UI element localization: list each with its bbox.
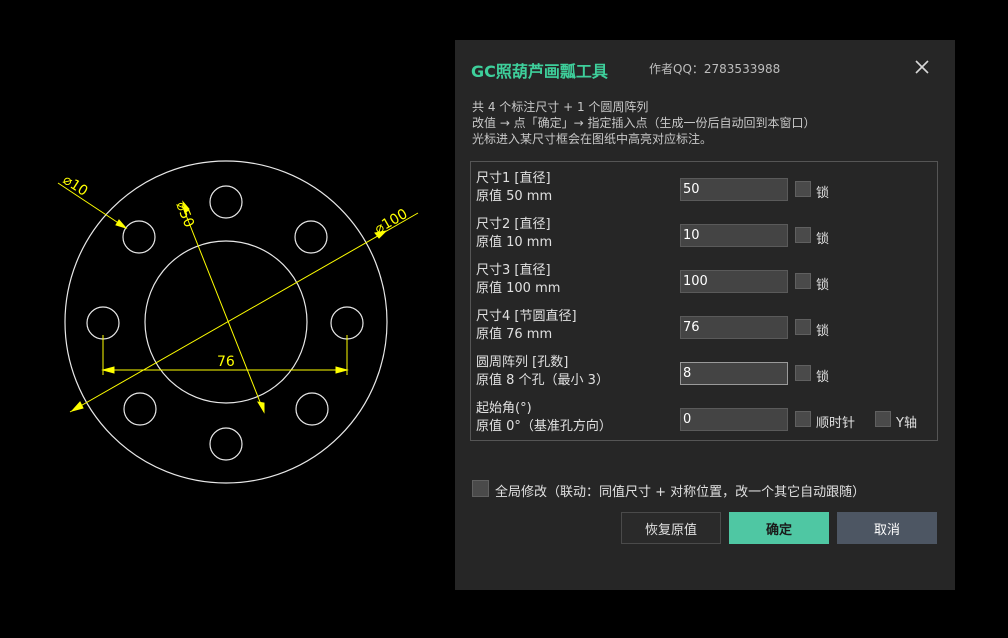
restore-button[interactable]: 恢复原值: [621, 512, 721, 544]
row-label: 尺寸4 [节圆直径] 原值 76 mm: [476, 308, 577, 344]
dim2-lock-checkbox[interactable]: [795, 227, 811, 243]
lock-label: 锁: [816, 232, 830, 247]
dim-76-text: 76: [217, 354, 235, 370]
dimension-row: 起始角(°) 原值 0°（基准孔方向） 顺时针 Y轴: [471, 396, 937, 436]
row-label: 尺寸1 [直径] 原值 50 mm: [476, 170, 552, 206]
cancel-button[interactable]: 取消: [837, 512, 937, 544]
dim-d50-text: ⌀50: [172, 200, 197, 230]
dialog-window: GC照葫芦画瓢工具 作者QQ：2783533988 共 4 个标注尺寸 + 1 …: [455, 40, 955, 590]
row-title: 圆周阵列 [孔数]: [476, 355, 569, 370]
lock-label: 锁: [816, 186, 830, 201]
dimension-row: 尺寸3 [直径] 原值 100 mm 锁: [471, 258, 937, 298]
row-original: 原值 100 mm: [476, 281, 561, 296]
row-title: 尺寸2 [直径]: [476, 217, 551, 232]
row-title: 尺寸3 [直径]: [476, 263, 551, 278]
row-label: 起始角(°) 原值 0°（基准孔方向）: [476, 400, 612, 436]
bolt-hole: [330, 306, 364, 340]
info-line: 共 4 个标注尺寸 + 1 个圆周阵列: [472, 100, 649, 114]
dim-d100-arrow: [70, 401, 84, 412]
lock-label: 锁: [816, 370, 830, 385]
bolt-hole: [295, 392, 329, 426]
dimension-row: 尺寸4 [节圆直径] 原值 76 mm 锁: [471, 304, 937, 344]
bore-circle-d50: [144, 240, 308, 404]
dimension-row: 尺寸2 [直径] 原值 10 mm 锁: [471, 212, 937, 252]
hole-count-lock-checkbox[interactable]: [795, 365, 811, 381]
dialog-title: GC照葫芦画瓢工具: [471, 62, 608, 81]
info-line: 改值 → 点「确定」→ 指定插入点（生成一份后自动回到本窗口）: [472, 116, 816, 130]
row-original: 原值 76 mm: [476, 327, 553, 342]
lock-label: 锁: [816, 324, 830, 339]
bolt-hole: [123, 392, 157, 426]
clockwise-label: 顺时针: [816, 416, 856, 431]
dimension-panel: 尺寸1 [直径] 原值 50 mm 锁 尺寸2 [直径] 原值 10 mm 锁 …: [470, 161, 938, 441]
dimension-row: 尺寸1 [直径] 原值 50 mm 锁: [471, 166, 937, 206]
outer-circle-d100: [64, 160, 388, 484]
clockwise-checkbox[interactable]: [795, 411, 811, 427]
dim-d100-text: ⌀100: [372, 206, 410, 237]
lock-label: 锁: [816, 278, 830, 293]
cad-drawing: ⌀10 ⌀50 ⌀100 76: [57, 160, 419, 484]
start-angle-input[interactable]: [680, 408, 788, 431]
dimension-row: 圆周阵列 [孔数] 原值 8 个孔（最小 3） 锁: [471, 350, 937, 390]
dim-76-arrow: [101, 366, 115, 374]
row-original: 原值 0°（基准孔方向）: [476, 419, 612, 434]
dim3-lock-checkbox[interactable]: [795, 273, 811, 289]
dim4-lock-checkbox[interactable]: [795, 319, 811, 335]
info-line: 光标进入某尺寸框会在图纸中高亮对应标注。: [472, 132, 713, 146]
row-original: 原值 8 个孔（最小 3）: [476, 373, 609, 388]
bolt-hole: [122, 220, 156, 254]
dim1-lock-checkbox[interactable]: [795, 181, 811, 197]
ok-button[interactable]: 确定: [729, 512, 829, 544]
row-title: 尺寸1 [直径]: [476, 171, 551, 186]
dim1-value-input[interactable]: [680, 178, 788, 201]
dim-d10-text: ⌀10: [60, 172, 91, 200]
row-title: 起始角(°): [476, 401, 532, 416]
bolt-hole: [209, 427, 243, 461]
bolt-hole: [294, 220, 328, 254]
global-modify-label: 全局修改（联动：同值尺寸 + 对称位置，改一个其它自动跟随）: [495, 485, 866, 500]
row-label: 圆周阵列 [孔数] 原值 8 个孔（最小 3）: [476, 354, 609, 390]
dim-76-arrow: [335, 366, 349, 374]
info-text: 共 4 个标注尺寸 + 1 个圆周阵列 改值 → 点「确定」→ 指定插入点（生成…: [472, 99, 816, 147]
yaxis-checkbox[interactable]: [875, 411, 891, 427]
dim4-value-input[interactable]: [680, 316, 788, 339]
dim2-value-input[interactable]: [680, 224, 788, 247]
dim-d10-arrow: [115, 219, 128, 229]
dim3-value-input[interactable]: [680, 270, 788, 293]
yaxis-label: Y轴: [896, 416, 917, 431]
hole-count-input[interactable]: [680, 362, 788, 385]
bolt-hole: [86, 306, 120, 340]
row-original: 原值 10 mm: [476, 235, 553, 250]
row-original: 原值 50 mm: [476, 189, 553, 204]
close-icon[interactable]: [913, 58, 931, 76]
row-title: 尺寸4 [节圆直径]: [476, 309, 577, 324]
author-label: 作者QQ：2783533988: [649, 62, 781, 76]
dim-d50-arrow: [257, 401, 265, 414]
row-label: 尺寸3 [直径] 原值 100 mm: [476, 262, 560, 298]
bolt-hole: [209, 185, 243, 219]
row-label: 尺寸2 [直径] 原值 10 mm: [476, 216, 552, 252]
global-modify-checkbox[interactable]: [472, 480, 489, 497]
